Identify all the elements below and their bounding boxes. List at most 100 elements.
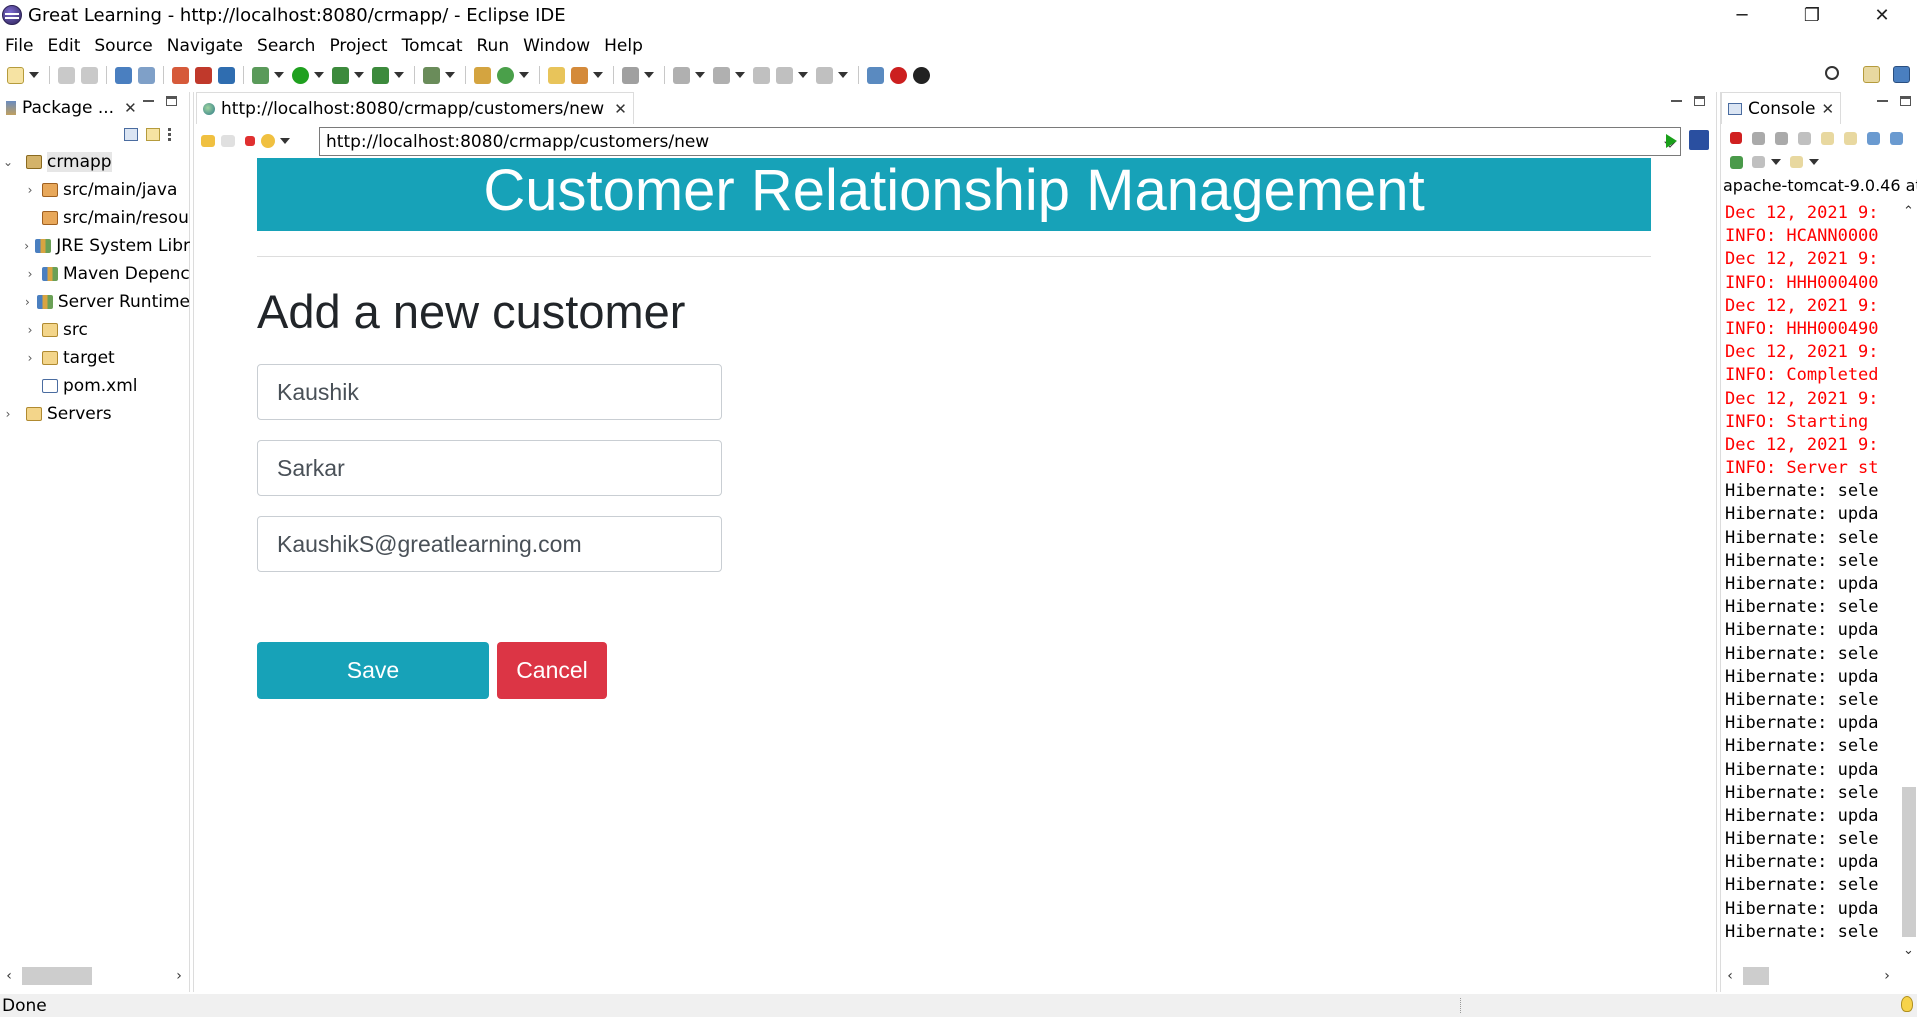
menu-run[interactable]: Run	[476, 36, 517, 56]
maximize-view-icon[interactable]	[1694, 96, 1705, 106]
tree-item-crmapp[interactable]: ⌄ crmapp	[0, 148, 190, 176]
email-input[interactable]: KaushikS@greatlearning.com	[257, 516, 722, 572]
new-icon[interactable]	[7, 66, 24, 84]
tab-package-explorer[interactable]: Package ... ✕	[0, 92, 143, 124]
last-name-input[interactable]: Sarkar	[257, 440, 722, 496]
run-icon[interactable]	[292, 66, 309, 84]
tree-item-jre-system-library[interactable]: › JRE System Libr	[0, 232, 190, 260]
scrollbar-thumb[interactable]	[1902, 787, 1916, 937]
browser-menu-dropdown-icon[interactable]	[280, 138, 290, 144]
debug-dropdown-icon[interactable]	[274, 72, 284, 78]
tree-item-maven-dependencies[interactable]: › Maven Depenc	[0, 260, 190, 288]
next-annotation-icon[interactable]	[673, 66, 690, 84]
tree-item-server-runtime[interactable]: › Server Runtime	[0, 288, 190, 316]
close-icon[interactable]: ✕	[614, 100, 627, 118]
scroll-down-icon[interactable]: ⌄	[1899, 943, 1917, 961]
remove-launch-icon[interactable]	[1752, 131, 1765, 145]
menu-window[interactable]: Window	[522, 36, 597, 56]
red-hat-icon[interactable]	[890, 66, 907, 84]
open-perspective-dialog-icon[interactable]	[1863, 66, 1880, 83]
tree-item-target[interactable]: › target	[0, 344, 190, 372]
run-dropdown-icon[interactable]	[314, 72, 324, 78]
minimize-view-icon[interactable]	[143, 96, 154, 102]
tab-browser[interactable]: http://localhost:8080/crmapp/customers/n…	[196, 92, 634, 124]
tree-item-src[interactable]: › src	[0, 316, 190, 344]
new-class-dropdown-icon[interactable]	[519, 72, 529, 78]
java-ee-perspective-icon[interactable]	[1893, 66, 1910, 83]
scroll-lock-icon[interactable]	[1821, 131, 1834, 145]
toggle-dropdown-icon[interactable]	[644, 72, 654, 78]
search-tool-icon[interactable]	[571, 66, 588, 84]
last-edit-location-icon[interactable]	[753, 66, 770, 84]
forward-arrow-icon[interactable]	[221, 135, 235, 147]
minimize-view-icon[interactable]	[1877, 96, 1888, 102]
console-hscrollbar[interactable]: ‹ ›	[1721, 966, 1916, 986]
scrollbar-thumb[interactable]	[22, 967, 92, 985]
stop-icon[interactable]	[245, 136, 255, 146]
scroll-right-icon[interactable]: ›	[1878, 968, 1896, 984]
url-input[interactable]: http://localhost:8080/crmapp/customers/n…	[319, 127, 1681, 156]
display-console-dropdown-icon[interactable]	[1771, 159, 1781, 165]
restore-button[interactable]: ❐	[1777, 0, 1847, 30]
open-perspective-icon[interactable]	[867, 66, 884, 84]
collapse-all-icon[interactable]	[124, 128, 138, 141]
save-icon[interactable]	[58, 66, 75, 84]
collapsed-chevron-icon[interactable]: ›	[2, 407, 14, 421]
menu-navigate[interactable]: Navigate	[166, 36, 250, 56]
close-icon[interactable]: ✕	[124, 99, 137, 117]
tree-item-src-main-resources[interactable]: src/main/resou	[0, 204, 190, 232]
console-output[interactable]: Dec 12, 2021 9: INFO: HCANN0000 Dec 12, 20…	[1725, 202, 1897, 944]
new-java-dropdown-icon[interactable]	[445, 72, 455, 78]
tab-console[interactable]: Console ✕	[1721, 92, 1842, 124]
new-class-icon[interactable]	[497, 66, 514, 84]
terminate-icon[interactable]	[1730, 132, 1742, 144]
open-console-icon[interactable]	[1790, 156, 1803, 168]
cloud-upload-icon[interactable]	[913, 66, 930, 84]
cancel-button[interactable]: Cancel	[497, 642, 607, 699]
previous-annotation-icon[interactable]	[713, 66, 730, 84]
scroll-left-icon[interactable]: ‹	[1721, 968, 1739, 984]
scroll-left-icon[interactable]: ‹	[0, 968, 18, 984]
menu-source[interactable]: Source	[93, 36, 159, 56]
collapsed-chevron-icon[interactable]: ›	[24, 351, 36, 365]
external-tools-dropdown-icon[interactable]	[394, 72, 404, 78]
minimize-button[interactable]: ─	[1707, 0, 1777, 30]
tree-item-servers[interactable]: › Servers	[0, 400, 190, 428]
maximize-view-icon[interactable]	[166, 96, 177, 106]
close-window-button[interactable]: ✕	[1847, 0, 1917, 30]
forward-dropdown-icon[interactable]	[838, 72, 848, 78]
coverage-icon[interactable]	[332, 66, 349, 84]
open-console-icon[interactable]	[115, 66, 132, 84]
console-vscrollbar[interactable]: ⌃ ⌄	[1899, 204, 1917, 961]
pin-console-icon[interactable]	[1730, 155, 1743, 169]
scroll-up-icon[interactable]: ⌃	[1899, 204, 1917, 222]
expanded-chevron-icon[interactable]: ⌄	[2, 155, 14, 169]
tip-lightbulb-icon[interactable]	[1901, 996, 1913, 1012]
menu-search[interactable]: Search	[256, 36, 322, 56]
close-icon[interactable]: ✕	[1822, 100, 1835, 118]
search-icon[interactable]	[1825, 66, 1839, 80]
remove-all-launches-icon[interactable]	[1775, 131, 1788, 145]
minimize-view-icon[interactable]	[1671, 96, 1682, 102]
collapsed-chevron-icon[interactable]: ›	[24, 295, 31, 309]
menu-edit[interactable]: Edit	[46, 36, 87, 56]
menu-project[interactable]: Project	[328, 36, 394, 56]
maximize-view-icon[interactable]	[1900, 96, 1911, 106]
previous-annotation-dropdown-icon[interactable]	[735, 72, 745, 78]
refresh-icon[interactable]	[261, 134, 275, 148]
collapsed-chevron-icon[interactable]: ›	[24, 239, 29, 253]
view-menu-icon[interactable]	[168, 128, 172, 141]
tree-item-pom-xml[interactable]: pom.xml	[0, 372, 190, 400]
external-tools-icon[interactable]	[372, 66, 389, 84]
coverage-dropdown-icon[interactable]	[354, 72, 364, 78]
tomcat-restart-icon[interactable]	[218, 66, 235, 84]
open-external-browser-icon[interactable]	[1689, 130, 1709, 150]
skip-breakpoints-icon[interactable]	[138, 66, 155, 84]
next-annotation-dropdown-icon[interactable]	[695, 72, 705, 78]
collapsed-chevron-icon[interactable]: ›	[24, 323, 36, 337]
go-icon[interactable]	[1666, 134, 1677, 148]
display-selected-console-icon[interactable]	[1752, 156, 1765, 168]
tomcat-start-icon[interactable]	[172, 66, 189, 84]
first-name-input[interactable]: Kaushik	[257, 364, 722, 420]
save-button[interactable]: Save	[257, 642, 489, 699]
